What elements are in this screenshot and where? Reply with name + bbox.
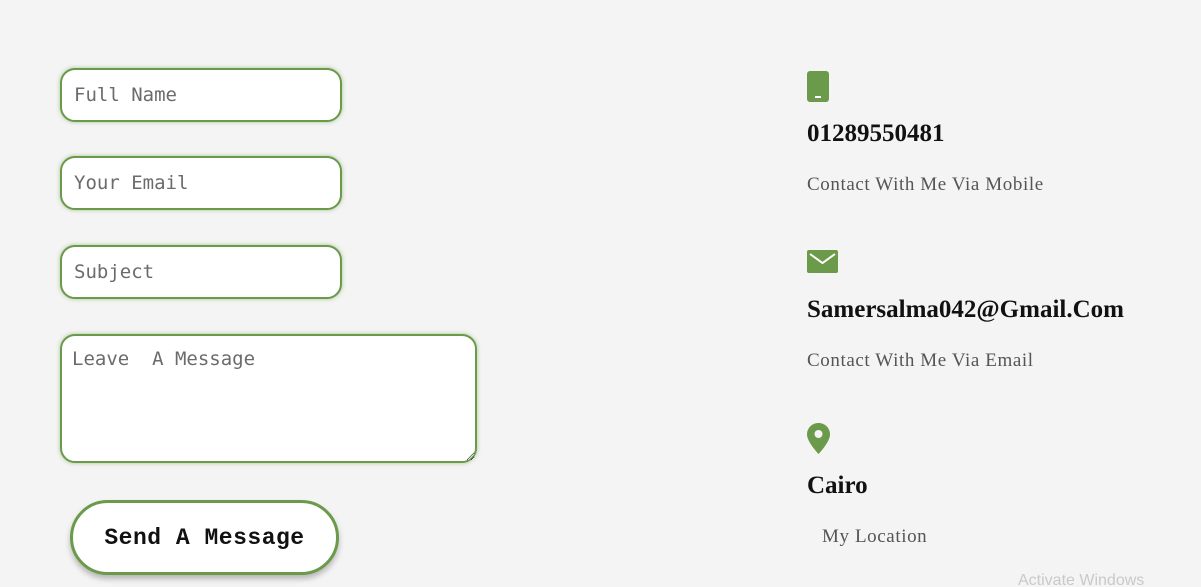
mobile-phone-icon xyxy=(807,71,829,106)
phone-caption: Contact With Me Via Mobile xyxy=(807,174,1044,195)
location-caption: My Location xyxy=(822,526,928,547)
map-pin-icon xyxy=(807,423,830,458)
subject-input[interactable] xyxy=(60,245,342,299)
activation-watermark: Activate Windows xyxy=(1018,572,1145,587)
send-message-button[interactable]: Send A Message xyxy=(70,500,339,575)
message-textarea[interactable] xyxy=(60,334,477,463)
full-name-input[interactable] xyxy=(60,68,342,122)
envelope-icon xyxy=(807,250,838,277)
email-caption: Contact With Me Via Email xyxy=(807,350,1034,371)
location-name: Cairo xyxy=(807,472,868,499)
email-input[interactable] xyxy=(60,156,342,210)
phone-number: 01289550481 xyxy=(807,120,945,147)
email-address: Samersalma042@Gmail.Com xyxy=(807,296,1124,323)
